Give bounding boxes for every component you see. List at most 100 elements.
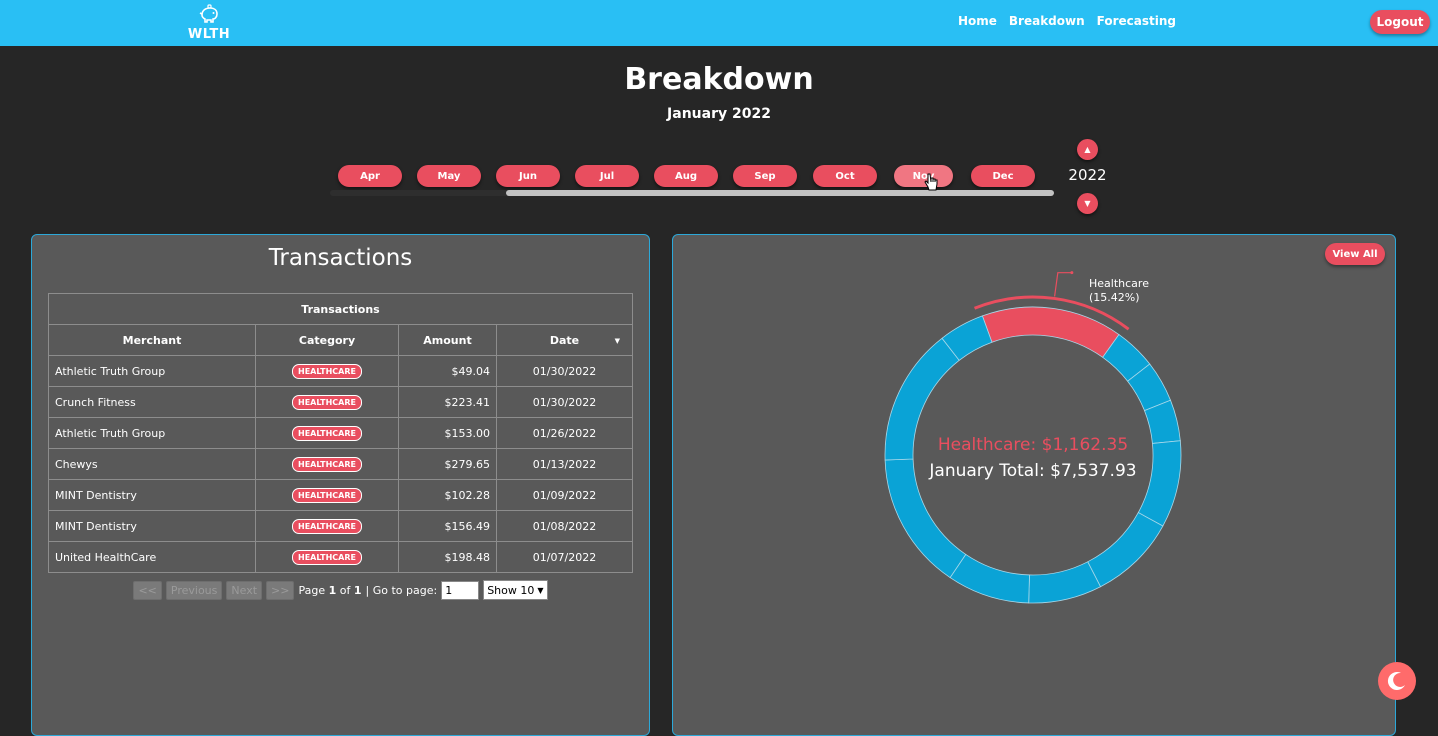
- nav-links: Home Breakdown Forecasting: [958, 14, 1176, 28]
- previous-page-button[interactable]: Previous: [165, 580, 223, 600]
- breakdown-panel: View All Healthcare (15.42%) Healthcare:…: [672, 234, 1396, 736]
- year-label: 2022: [1068, 166, 1107, 184]
- page-title: Breakdown: [624, 62, 814, 97]
- nav-forecasting[interactable]: Forecasting: [1097, 14, 1176, 28]
- month-button-jun[interactable]: Jun: [496, 165, 560, 187]
- moon-icon: [1387, 672, 1405, 691]
- donut-slice[interactable]: [949, 553, 1030, 604]
- transactions-panel: Transactions Transactions Merchant Categ…: [31, 234, 650, 736]
- donut-slice[interactable]: [1028, 561, 1102, 604]
- amount-cell: $279.65: [398, 448, 497, 480]
- chevron-down-icon: ▼: [537, 585, 544, 595]
- month-button-oct[interactable]: Oct: [813, 165, 877, 187]
- category-cell: HEALTHCARE: [255, 541, 399, 573]
- column-header-merchant[interactable]: Merchant: [48, 324, 256, 356]
- table-caption: Transactions: [48, 293, 633, 325]
- goto-label: | Go to page:: [365, 583, 438, 597]
- category-badge[interactable]: HEALTHCARE: [292, 394, 362, 410]
- month-scrollbar-thumb[interactable]: [506, 190, 1054, 196]
- donut-slice-healthcare[interactable]: [981, 306, 1120, 358]
- amount-cell: $156.49: [398, 510, 497, 542]
- amount-cell: $102.28: [398, 479, 497, 511]
- date-cell: 01/07/2022: [496, 541, 633, 573]
- date-cell: 01/13/2022: [496, 448, 633, 480]
- table-row[interactable]: Crunch Fitness HEALTHCARE $223.41 01/30/202…: [48, 386, 633, 418]
- page-size-value: Show 10: [487, 583, 535, 597]
- month-button-sep[interactable]: Sep: [733, 165, 797, 187]
- category-badge[interactable]: HEALTHCARE: [292, 487, 362, 503]
- category-badge[interactable]: HEALTHCARE: [292, 456, 362, 472]
- navbar: WLTH Home Breakdown Forecasting Logout: [0, 0, 1438, 46]
- category-badge[interactable]: HEALTHCARE: [292, 549, 362, 565]
- category-cell: HEALTHCARE: [255, 355, 399, 387]
- month-button-dec[interactable]: Dec: [971, 165, 1035, 187]
- year-down-button[interactable]: ▼: [1077, 193, 1098, 214]
- category-cell: HEALTHCARE: [255, 386, 399, 418]
- year-up-button[interactable]: ▲: [1077, 139, 1098, 160]
- annotation-dot: [1070, 271, 1074, 275]
- caret-up-icon: ▲: [1084, 145, 1091, 154]
- first-page-button[interactable]: <<: [133, 580, 162, 600]
- transactions-title: Transactions: [268, 245, 413, 271]
- merchant-cell: Crunch Fitness: [48, 386, 256, 418]
- donut-slice[interactable]: [1137, 440, 1182, 527]
- sort-desc-icon: ▼: [614, 337, 620, 345]
- logout-button[interactable]: Logout: [1370, 10, 1430, 34]
- theme-toggle-button[interactable]: [1378, 662, 1416, 700]
- page-total: 1: [353, 583, 362, 597]
- category-cell: HEALTHCARE: [255, 448, 399, 480]
- logo-text: WLTH: [187, 27, 231, 42]
- merchant-cell: United HealthCare: [48, 541, 256, 573]
- annotation-label: Healthcare: [1089, 277, 1149, 290]
- month-button-jul[interactable]: Jul: [575, 165, 639, 187]
- donut-slice[interactable]: [1087, 512, 1164, 588]
- column-header-category[interactable]: Category: [255, 324, 399, 356]
- page-subtitle: January 2022: [667, 106, 771, 122]
- merchant-cell: Athletic Truth Group: [48, 355, 256, 387]
- column-header-amount[interactable]: Amount: [398, 324, 497, 356]
- annotation-percent: (15.42%): [1089, 291, 1140, 304]
- merchant-cell: MINT Dentistry: [48, 510, 256, 542]
- transactions-body: Athletic Truth Group HEALTHCARE $49.04 01/3…: [48, 355, 633, 573]
- amount-cell: $49.04: [398, 355, 497, 387]
- category-badge[interactable]: HEALTHCARE: [292, 518, 362, 534]
- next-page-button[interactable]: Next: [226, 580, 263, 600]
- category-badge[interactable]: HEALTHCARE: [292, 363, 362, 379]
- category-cell: HEALTHCARE: [255, 479, 399, 511]
- merchant-cell: MINT Dentistry: [48, 479, 256, 511]
- table-row[interactable]: MINT Dentistry HEALTHCARE $156.49 01/08/202…: [48, 510, 633, 542]
- nav-home[interactable]: Home: [958, 14, 997, 28]
- table-row[interactable]: United HealthCare HEALTHCARE $198.48 01/07/…: [48, 541, 633, 573]
- date-cell: 01/30/2022: [496, 355, 633, 387]
- month-button-apr[interactable]: Apr: [338, 165, 402, 187]
- last-page-button[interactable]: >>: [266, 580, 295, 600]
- pagination: << Previous Next >> Page 1 of 1 | Go to …: [32, 580, 649, 600]
- page-size-select[interactable]: Show 10 ▼: [483, 580, 548, 600]
- annotation-leader-line: [1053, 272, 1072, 297]
- merchant-cell: Athletic Truth Group: [48, 417, 256, 449]
- date-cell: 01/30/2022: [496, 386, 633, 418]
- nav-breakdown[interactable]: Breakdown: [1009, 14, 1085, 28]
- table-row[interactable]: Athletic Truth Group HEALTHCARE $153.00 01/…: [48, 417, 633, 449]
- date-cell: 01/26/2022: [496, 417, 633, 449]
- hand-cursor-icon: [924, 173, 938, 191]
- logo[interactable]: WLTH: [185, 2, 233, 44]
- table-row[interactable]: Athletic Truth Group HEALTHCARE $49.04 01/3…: [48, 355, 633, 387]
- amount-cell: $153.00: [398, 417, 497, 449]
- month-button-may[interactable]: May: [417, 165, 481, 187]
- goto-page-input[interactable]: [441, 580, 480, 600]
- column-header-date-label: Date: [549, 333, 580, 347]
- table-row[interactable]: MINT Dentistry HEALTHCARE $102.28 01/09/202…: [48, 479, 633, 511]
- column-header-date[interactable]: Date ▼: [496, 324, 633, 356]
- page-current: 1: [328, 583, 337, 597]
- donut-chart: Healthcare (15.42%) Healthcare: $1,162.3…: [884, 271, 1182, 604]
- month-button-aug[interactable]: Aug: [654, 165, 718, 187]
- center-category-value: Healthcare: $1,162.35: [938, 435, 1128, 455]
- date-cell: 01/08/2022: [496, 510, 633, 542]
- amount-cell: $223.41: [398, 386, 497, 418]
- transactions-table: Transactions Merchant Category Amount Da…: [48, 293, 633, 573]
- merchant-cell: Chewys: [48, 448, 256, 480]
- table-row[interactable]: Chewys HEALTHCARE $279.65 01/13/2022: [48, 448, 633, 480]
- page-prefix: Page: [298, 583, 326, 597]
- category-badge[interactable]: HEALTHCARE: [292, 425, 362, 441]
